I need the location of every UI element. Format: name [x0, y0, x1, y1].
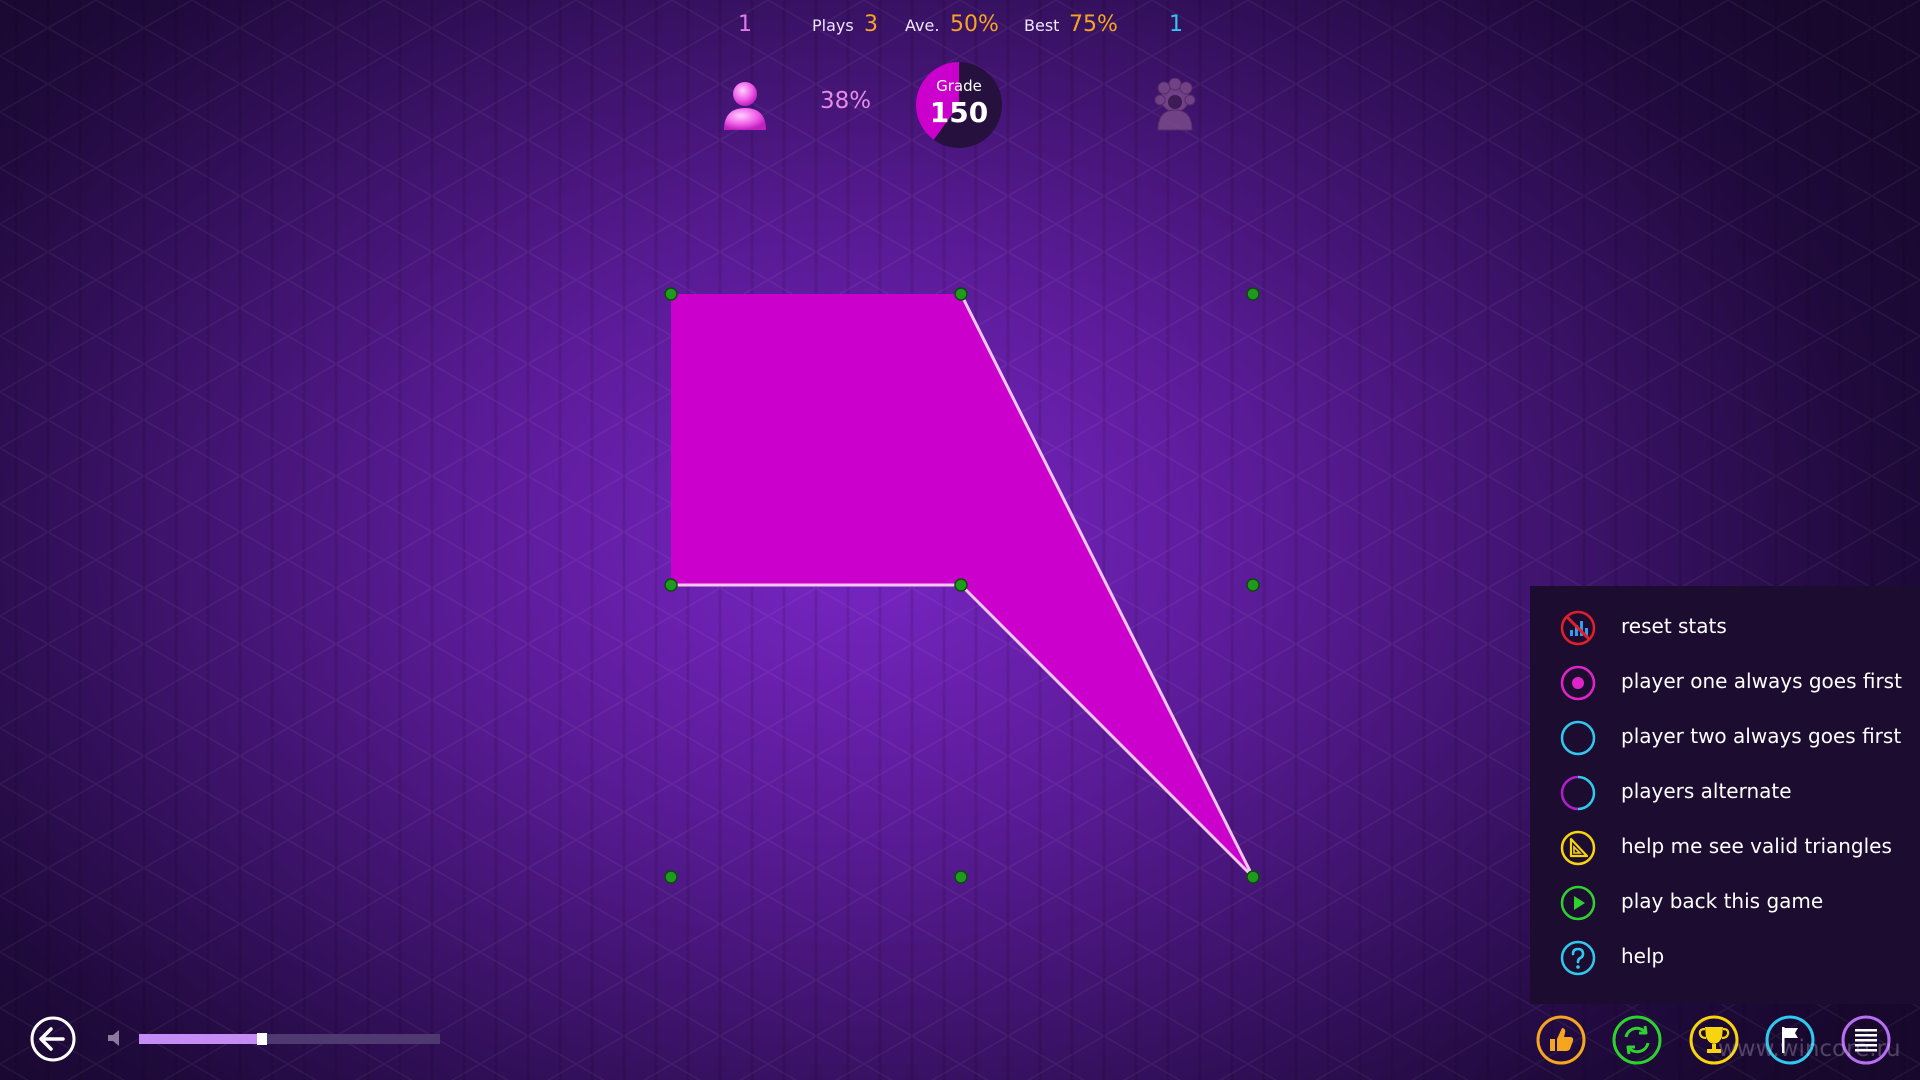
thumbs-up-icon	[1550, 1028, 1574, 1051]
volume-thumb[interactable]	[257, 1033, 268, 1045]
board-dot[interactable]	[954, 287, 968, 301]
triangle-helper-icon	[1560, 830, 1596, 866]
option-label: play back this game	[1621, 889, 1824, 913]
watermark: www.wincore.ru	[1718, 1036, 1901, 1062]
option-label: player one always goes first	[1621, 669, 1902, 693]
reset-stats-icon	[1560, 610, 1596, 646]
back-button[interactable]	[29, 1015, 77, 1063]
board-dot[interactable]	[1246, 287, 1260, 301]
board-dot[interactable]	[954, 578, 968, 592]
players-alternate-item[interactable]: players alternate	[1530, 768, 1920, 816]
player-two-first-item[interactable]: player two always goes first	[1530, 713, 1920, 761]
refresh-icon	[1624, 1025, 1650, 1055]
thumbs-up-button[interactable]	[1536, 1015, 1586, 1065]
players-alternate-icon	[1560, 775, 1596, 811]
option-label: help me see valid triangles	[1621, 834, 1892, 858]
board-dot[interactable]	[1246, 578, 1260, 592]
help-item[interactable]: help	[1530, 933, 1920, 981]
reset-stats-item[interactable]: reset stats	[1530, 603, 1920, 651]
player-one-first-icon	[1560, 665, 1596, 701]
claimed-square	[671, 294, 961, 585]
option-label: help	[1621, 944, 1665, 968]
board-dot[interactable]	[954, 870, 968, 884]
player-one-first-item[interactable]: player one always goes first	[1530, 658, 1920, 706]
speaker-icon[interactable]	[106, 1027, 126, 1049]
play-icon	[1560, 885, 1596, 921]
triangle-helper-item[interactable]: help me see valid triangles	[1530, 823, 1920, 871]
option-label: players alternate	[1621, 779, 1792, 803]
board-dot[interactable]	[664, 287, 678, 301]
player-two-first-icon	[1560, 720, 1596, 756]
board-dot[interactable]	[664, 578, 678, 592]
board-dot[interactable]	[1246, 870, 1260, 884]
option-label: reset stats	[1621, 614, 1727, 638]
volume-slider[interactable]	[139, 1033, 440, 1045]
help-icon	[1560, 940, 1596, 976]
play-back-item[interactable]: play back this game	[1530, 878, 1920, 926]
board-dot[interactable]	[664, 870, 678, 884]
volume-fill	[139, 1034, 263, 1044]
refresh-button[interactable]	[1612, 1015, 1662, 1065]
options-menu: reset stats player one always goes first…	[1530, 586, 1920, 1004]
option-label: player two always goes first	[1621, 724, 1902, 748]
